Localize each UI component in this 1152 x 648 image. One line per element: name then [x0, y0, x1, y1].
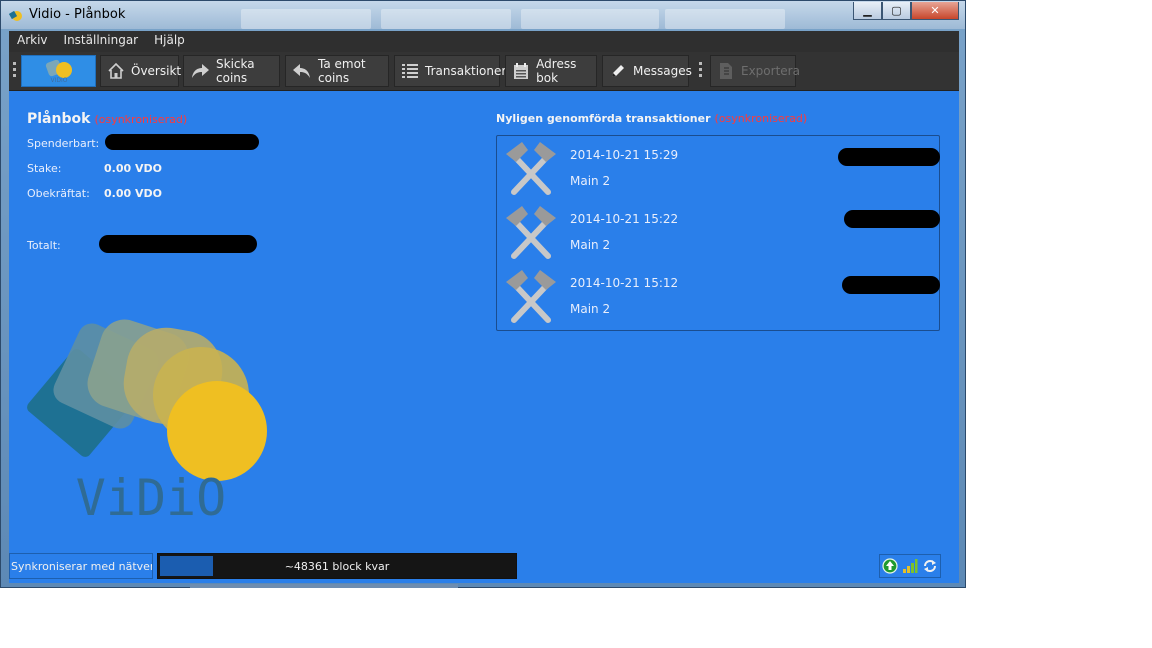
connections-signal-icon[interactable] — [902, 558, 918, 574]
transaction-date: 2014-10-21 15:22 — [570, 212, 679, 226]
export-button[interactable]: Exportera — [710, 55, 800, 87]
window-title: Vidio - Plånbok — [29, 7, 126, 22]
vidio-logo-icon: VIDIO — [45, 59, 72, 84]
messages-button[interactable]: Messages — [602, 55, 692, 87]
export-label: Exportera — [741, 64, 800, 78]
recent-unsynced-badge[interactable]: (osynkroniserad) — [715, 112, 808, 125]
send-coins-label: Skicka coins — [216, 57, 255, 85]
vidio-brand-logo: ViDiO — [27, 319, 267, 523]
vidio-wordmark: ViDiO — [76, 469, 227, 523]
transactions-button[interactable]: Transaktioner — [394, 55, 506, 87]
logo-button[interactable]: VIDIO — [21, 55, 96, 87]
home-icon — [107, 62, 125, 80]
send-coins-button[interactable]: Skicka coins — [183, 55, 280, 87]
receive-coins-button[interactable]: Ta emot coins — [285, 55, 389, 87]
background-taskbar-tab — [665, 9, 785, 29]
menu-hjalp[interactable]: Hjälp — [146, 31, 193, 52]
redacted-amount — [838, 148, 940, 166]
address-book-button[interactable]: Adress bok — [505, 55, 597, 87]
send-arrow-icon — [190, 62, 210, 80]
list-item[interactable]: 2014-10-21 15:22 Main 2 — [497, 200, 940, 264]
menu-installningar[interactable]: Inställningar — [56, 31, 147, 52]
toolbar: VIDIO Översikt Skicka coins Ta emot coin… — [9, 52, 959, 91]
minimize-button[interactable]: ▁ — [853, 2, 882, 20]
transactions-label: Transaktioner — [425, 64, 507, 78]
sync-progress-text: ~48361 block kvar — [284, 559, 390, 573]
sync-status-label: Synkroniserar med nätverk... — [9, 553, 153, 579]
wallet-unsynced-badge[interactable]: (osynkroniserad) — [94, 113, 187, 126]
title-bar[interactable]: Vidio - Plånbok ▁ ▢ ✕ — [1, 1, 965, 29]
mined-hammers-icon — [506, 142, 556, 195]
app-window: Vidio - Plånbok ▁ ▢ ✕ Arkiv Inställninga… — [0, 0, 966, 588]
stake-label: Stake: — [27, 162, 62, 175]
client-area: Arkiv Inställningar Hjälp VIDIO Översikt — [9, 31, 959, 583]
menu-arkiv[interactable]: Arkiv — [9, 31, 56, 52]
receive-arrow-icon — [292, 62, 312, 80]
sync-progress-bar: ~48361 block kvar — [157, 553, 517, 579]
pencil-icon — [609, 62, 627, 80]
maximize-button[interactable]: ▢ — [882, 2, 911, 20]
sync-refresh-icon[interactable] — [922, 558, 938, 574]
overview-label: Översikt — [131, 64, 182, 78]
redacted-total-value — [99, 235, 257, 253]
stake-value: 0.00 VDO — [104, 162, 162, 175]
transaction-date: 2014-10-21 15:29 — [570, 148, 679, 162]
staking-up-arrow-icon[interactable] — [882, 558, 898, 574]
app-icon — [9, 10, 22, 21]
toolbar-grip[interactable] — [699, 62, 702, 80]
transaction-label: Main 2 — [570, 302, 611, 316]
overview-button[interactable]: Översikt — [100, 55, 182, 87]
redacted-amount — [842, 276, 940, 294]
list-item[interactable]: 2014-10-21 15:29 Main 2 — [497, 136, 940, 200]
transaction-date: 2014-10-21 15:12 — [570, 276, 679, 290]
status-bar: Synkroniserar med nätverk... ~48361 bloc… — [9, 551, 959, 583]
svg-text:VIDIO: VIDIO — [50, 77, 67, 84]
mined-hammers-icon — [506, 206, 556, 259]
unconfirmed-value: 0.00 VDO — [104, 187, 162, 200]
wallet-title: Plånbok — [27, 111, 91, 127]
background-taskbar-tab — [381, 9, 511, 29]
menu-bar: Arkiv Inställningar Hjälp — [9, 31, 959, 52]
recent-heading: Nyligen genomförda transaktioner (osynkro… — [496, 112, 807, 125]
spendable-label: Spenderbart: — [27, 137, 100, 150]
address-book-icon — [512, 62, 530, 80]
list-icon — [401, 62, 419, 80]
wallet-heading: Plånbok (osynkroniserad) — [27, 111, 187, 127]
address-book-label: Adress bok — [536, 57, 577, 85]
total-label: Totalt: — [27, 239, 61, 252]
transaction-label: Main 2 — [570, 174, 611, 188]
status-icons — [879, 554, 941, 578]
recent-transactions-list: 2014-10-21 15:29 Main 2 2014-10-21 15:22… — [496, 135, 940, 331]
transaction-label: Main 2 — [570, 238, 611, 252]
receive-coins-label: Ta emot coins — [318, 57, 366, 85]
close-button[interactable]: ✕ — [911, 2, 959, 20]
messages-label: Messages — [633, 64, 692, 78]
export-document-icon — [717, 62, 735, 80]
background-taskbar-tab — [521, 9, 659, 29]
mined-hammers-icon — [506, 270, 556, 323]
recent-title: Nyligen genomförda transaktioner — [496, 112, 711, 125]
list-item[interactable]: 2014-10-21 15:12 Main 2 — [497, 264, 940, 328]
redacted-spendable-value — [105, 134, 259, 150]
unconfirmed-label: Obekräftat: — [27, 187, 90, 200]
overview-panel: Plånbok (osynkroniserad) Spenderbart: Sta… — [9, 91, 959, 551]
toolbar-grip[interactable] — [13, 62, 16, 80]
background-taskbar-tab — [241, 9, 371, 29]
background-window-edge — [190, 584, 458, 588]
redacted-amount — [844, 210, 940, 228]
